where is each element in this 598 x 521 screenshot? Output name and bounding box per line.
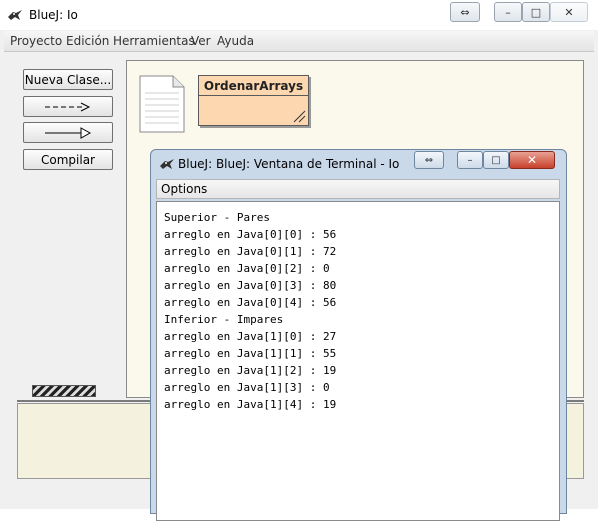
minimize-button[interactable]: – — [494, 2, 522, 22]
terminal-line: Superior - Pares — [164, 211, 270, 224]
readme-document-icon[interactable] — [139, 75, 185, 133]
menu-herramientas[interactable]: Herramientas — [113, 34, 195, 48]
terminal-line: arreglo en Java[1][1] : 55 — [164, 347, 337, 360]
terminal-minimize-button[interactable]: – — [457, 151, 483, 169]
resize-hatch-icon[interactable] — [292, 109, 306, 123]
terminal-line: arreglo en Java[1][3] : 0 — [164, 381, 330, 394]
main-titlebar[interactable]: BlueJ: Io ⇔ – □ ✕ — [0, 0, 598, 30]
terminal-line: arreglo en Java[1][0] : 27 — [164, 330, 337, 343]
terminal-window: BlueJ: BlueJ: Ventana de Terminal - Io ⇔… — [150, 149, 567, 521]
new-class-button[interactable]: Nueva Clase... — [23, 69, 113, 90]
main-menubar: Proyecto Edición Herramientas Ver Ayuda — [4, 31, 594, 52]
terminal-menubar: Options — [156, 179, 560, 199]
terminal-line: arreglo en Java[0][1] : 72 — [164, 245, 337, 258]
machine-progress-indicator — [32, 385, 96, 397]
window-title: BlueJ: Io — [29, 8, 78, 22]
class-name-label: OrdenarArrays — [203, 79, 304, 93]
menu-options[interactable]: Options — [161, 182, 207, 196]
toolbar-side-panel: Nueva Clase... Compilar — [4, 52, 122, 402]
class-divider — [199, 95, 308, 96]
bluej-bird-icon — [160, 159, 174, 169]
dashed-arrow-icon — [45, 102, 91, 111]
class-ordenararrays[interactable]: OrdenarArrays — [198, 75, 309, 126]
close-button[interactable]: ✕ — [550, 2, 588, 22]
terminal-close-button[interactable]: ✕ — [509, 151, 555, 169]
inheritance-arrow-button[interactable] — [23, 122, 113, 143]
menu-ayuda[interactable]: Ayuda — [217, 34, 254, 48]
compile-button[interactable]: Compilar — [23, 149, 113, 170]
menu-ver[interactable]: Ver — [191, 34, 211, 48]
terminal-line: arreglo en Java[1][2] : 19 — [164, 364, 337, 377]
inheritance-arrow-icon — [45, 126, 92, 139]
terminal-line: Inferior - Impares — [164, 313, 284, 326]
terminal-output[interactable]: Superior - Pares arreglo en Java[0][0] :… — [156, 201, 560, 521]
terminal-line: arreglo en Java[0][4] : 56 — [164, 296, 337, 309]
terminal-line: arreglo en Java[0][0] : 56 — [164, 228, 337, 241]
terminal-line: arreglo en Java[1][4] : 19 — [164, 398, 337, 411]
dependency-arrow-button[interactable] — [23, 96, 113, 117]
terminal-maximize-button[interactable]: □ — [483, 151, 509, 169]
maximize-button[interactable]: □ — [522, 2, 550, 22]
terminal-line: arreglo en Java[0][3] : 80 — [164, 279, 337, 292]
terminal-line: arreglo en Java[0][2] : 0 — [164, 262, 330, 275]
restore-arrows-icon[interactable]: ⇔ — [414, 151, 444, 169]
terminal-title: BlueJ: BlueJ: Ventana de Terminal - Io — [178, 157, 400, 171]
bluej-bird-icon — [8, 10, 22, 20]
restore-arrows-icon[interactable]: ⇔ — [450, 2, 480, 22]
menu-edicion[interactable]: Edición — [66, 34, 109, 48]
menu-proyecto[interactable]: Proyecto — [10, 34, 62, 48]
